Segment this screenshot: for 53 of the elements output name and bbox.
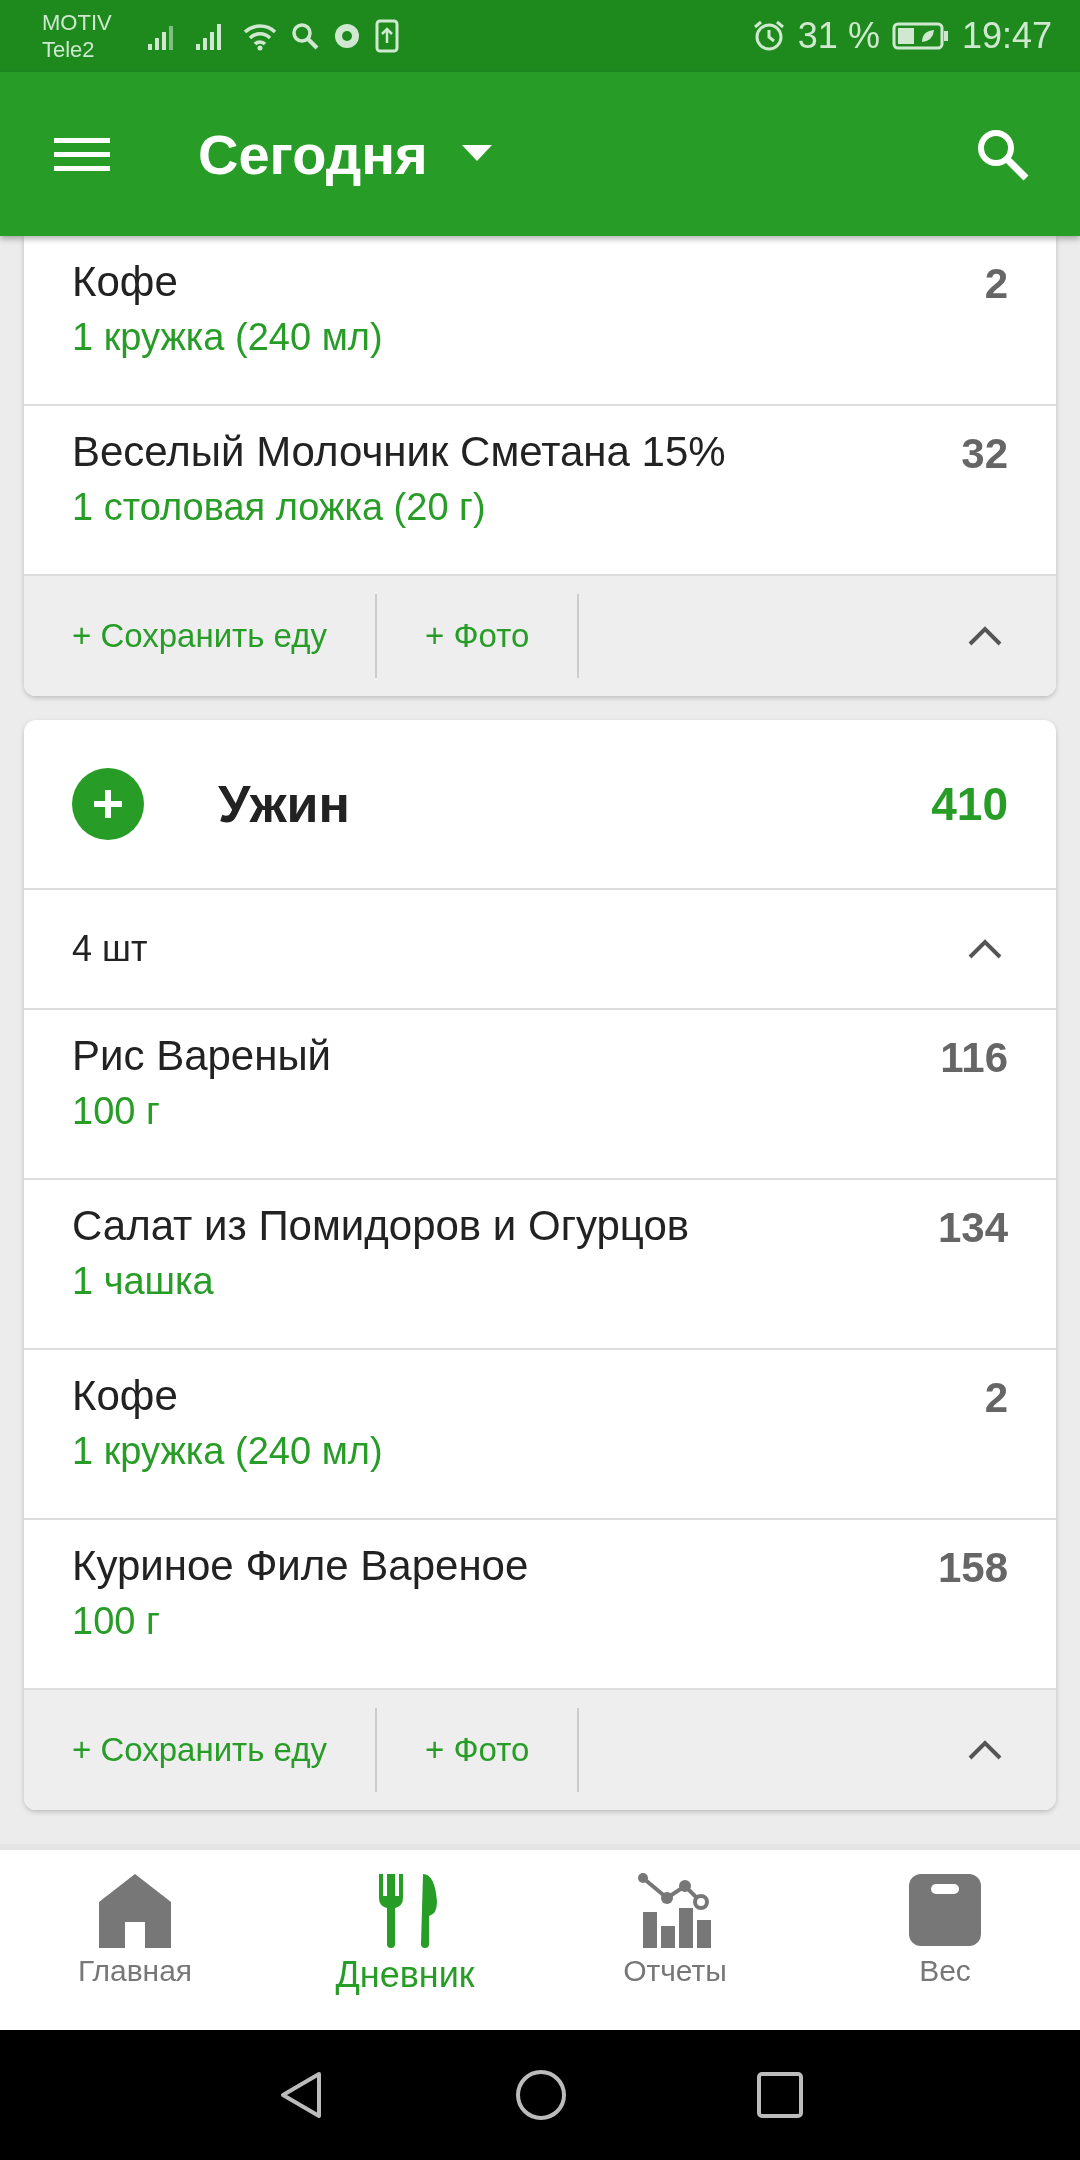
- food-calories: 134: [937, 1203, 1008, 1252]
- add-photo-button[interactable]: + Фото: [377, 1708, 578, 1792]
- food-portion: 1 кружка (240 мл): [72, 1430, 384, 1473]
- food-item[interactable]: Салат из Помидоров и Огурцов 1 чашка 134: [24, 1180, 1056, 1350]
- food-item[interactable]: Кофе 1 кружка (240 мл) 2: [24, 236, 1056, 406]
- nav-tab[interactable]: Вес: [810, 1850, 1080, 2030]
- item-count: 4 шт: [72, 928, 148, 970]
- food-portion: 100 г: [72, 1090, 161, 1133]
- food-name: Кофе: [72, 258, 179, 306]
- scale-icon: [907, 1872, 983, 1948]
- save-food-button[interactable]: + Сохранить еду: [24, 594, 375, 678]
- food-calories: 116: [940, 1033, 1008, 1082]
- carrier-name: MOTIV: [42, 9, 112, 36]
- food-name: Куриное Филе Вареное: [72, 1542, 530, 1590]
- food-name: Веселый Молочник Сметана 15%: [72, 428, 727, 476]
- food-portion: 1 чашка: [72, 1260, 215, 1303]
- dropdown-caret-icon[interactable]: [461, 145, 492, 163]
- home-button-icon[interactable]: [515, 2069, 567, 2121]
- meal-title: Ужин: [218, 774, 351, 834]
- nav-tab[interactable]: Дневник: [270, 1850, 540, 2030]
- nav-tab[interactable]: Главная: [0, 1850, 270, 2030]
- food-calories: 158: [937, 1543, 1008, 1592]
- alarm-icon: [751, 19, 786, 53]
- search-icon: [289, 20, 320, 52]
- add-photo-button[interactable]: + Фото: [377, 594, 578, 678]
- item-count-row[interactable]: 4 шт: [24, 890, 1056, 1010]
- home-icon: [97, 1872, 173, 1948]
- food-name: Рис Вареный: [72, 1032, 333, 1080]
- food-calories: 2: [984, 259, 1008, 308]
- food-portion: 1 столовая ложка (20 г): [72, 486, 487, 529]
- food-portion: 1 кружка (240 мл): [72, 316, 384, 359]
- food-portion: 100 г: [72, 1600, 161, 1643]
- food-name: Салат из Помидоров и Огурцов: [72, 1202, 691, 1250]
- date-selector-title[interactable]: Сегодня: [198, 121, 428, 187]
- upload-icon: [373, 19, 400, 53]
- nav-tab[interactable]: Отчеты: [540, 1850, 810, 2030]
- food-name: Кофе: [72, 1372, 179, 1420]
- food-calories: 32: [961, 429, 1008, 478]
- chevron-icon[interactable]: [968, 939, 1002, 959]
- battery-icon: [891, 21, 950, 51]
- food-calories: 2: [984, 1373, 1008, 1422]
- chevron-icon[interactable]: [968, 626, 1002, 646]
- food-item[interactable]: Кофе 1 кружка (240 мл) 2: [24, 1350, 1056, 1520]
- recents-icon[interactable]: [757, 2072, 803, 2118]
- chart-icon: [637, 1872, 713, 1948]
- clock-time: 19:47: [961, 15, 1052, 57]
- battery-percent: 31 %: [797, 15, 880, 57]
- food-item[interactable]: Рис Вареный 100 г 116: [24, 1010, 1056, 1180]
- meal-calories: 410: [931, 777, 1008, 831]
- chevron-icon[interactable]: [968, 1740, 1002, 1760]
- save-food-button[interactable]: + Сохранить еду: [24, 1708, 375, 1792]
- add-food-icon[interactable]: [72, 768, 144, 840]
- carrier-name: Tele2: [42, 36, 96, 63]
